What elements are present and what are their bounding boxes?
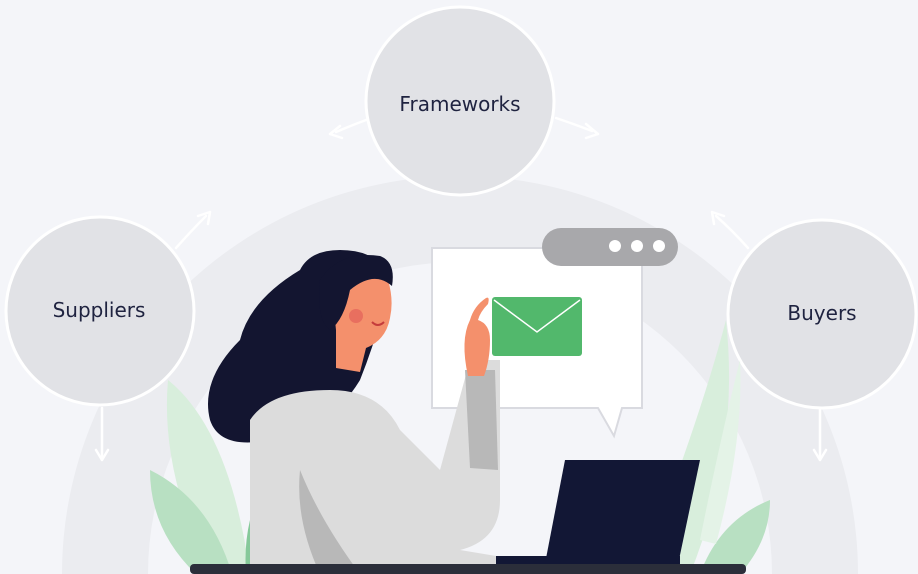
scene-illustration [4, 5, 918, 574]
desk-bar [190, 564, 746, 574]
envelope-icon [492, 297, 582, 356]
laptop-illustration [496, 460, 700, 574]
diagram-canvas: Frameworks Suppliers Buyers [0, 0, 918, 574]
node-label-frameworks: Frameworks [399, 92, 521, 116]
arrow-icon [710, 210, 750, 250]
node-label-suppliers: Suppliers [52, 298, 146, 322]
arrow-icon [554, 116, 600, 140]
node-label-buyers: Buyers [787, 301, 857, 325]
arrow-icon [328, 118, 368, 140]
arrow-icon [174, 210, 212, 250]
